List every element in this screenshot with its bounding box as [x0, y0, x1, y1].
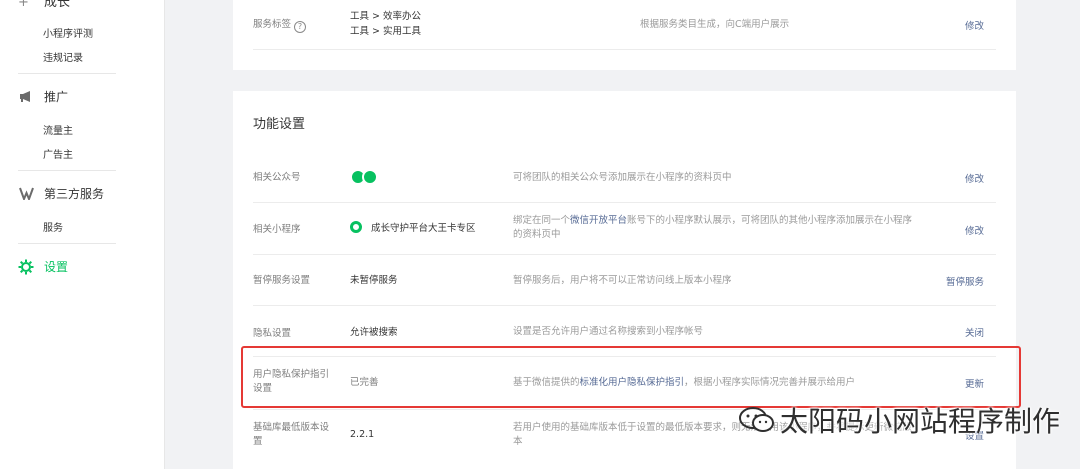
open-platform-link[interactable]: 微信开放平台: [570, 215, 627, 226]
highlight-box: [241, 346, 1021, 408]
sidebar-divider: [18, 243, 116, 244]
sidebar-divider: [18, 73, 116, 74]
gear-icon: [18, 259, 34, 275]
sidebar-item-settings[interactable]: 设置: [18, 258, 68, 275]
sidebar-group-growth[interactable]: + 成长: [18, 0, 70, 10]
plus-icon: +: [18, 0, 29, 10]
sidebar-item-advertiser[interactable]: 广告主: [43, 146, 73, 161]
sidebar-item-services[interactable]: 服务: [43, 219, 63, 234]
row-label: 相关小程序: [253, 224, 301, 235]
row-label: 服务标签: [253, 19, 292, 30]
row-related-official-accounts: 相关公众号 可将团队的相关公众号添加展示在小程序的资料页中 修改: [253, 151, 996, 203]
row-label: 相关公众号: [253, 172, 301, 183]
disable-search-link[interactable]: 关闭: [965, 325, 984, 339]
section-title: 功能设置: [253, 117, 306, 132]
edit-related-miniprograms-link[interactable]: 修改: [965, 223, 984, 237]
sidebar: + 成长 小程序评测 违规记录 推广 流量主 广告主 第三方服务 服务 设置: [0, 0, 165, 469]
edit-related-accounts-link[interactable]: 修改: [965, 171, 984, 185]
service-tag-card: 服务标签? 工具 > 效率办公 工具 > 实用工具 根据服务类目生成，向C端用户…: [233, 0, 1016, 70]
official-account-avatars: [350, 169, 382, 185]
row-desc: 设置是否允许用户通过名称搜索到小程序帐号: [513, 326, 704, 337]
third-party-icon: [18, 186, 34, 202]
watermark: 太阳码小网站程序制作: [738, 400, 1060, 440]
row-related-miniprograms: 相关小程序 成长守护平台大王卡专区 绑定在同一个微信开放平台账号下的小程序默认展…: [253, 203, 996, 255]
row-service-tag: 服务标签? 工具 > 效率办公 工具 > 实用工具 根据服务类目生成，向C端用户…: [253, 0, 996, 50]
sidebar-group-third-party[interactable]: 第三方服务: [18, 185, 104, 202]
row-desc: 暂停服务后，用户将不可以正常访问线上版本小程序: [513, 275, 732, 286]
sidebar-item-evaluation[interactable]: 小程序评测: [43, 25, 93, 40]
row-label: 隐私设置: [253, 328, 292, 339]
row-value: 未暂停服务: [350, 275, 398, 286]
row-value: 允许被搜索: [350, 327, 398, 338]
row-value: 2.2.1: [350, 429, 375, 440]
edit-service-tag-link[interactable]: 修改: [965, 18, 984, 32]
pause-service-link[interactable]: 暂停服务: [946, 274, 984, 288]
sidebar-item-violations[interactable]: 违规记录: [43, 49, 83, 64]
row-desc: 绑定在同一个微信开放平台账号下的小程序默认展示，可将团队的其他小程序添加展示在小…: [513, 215, 913, 240]
sidebar-item-traffic-owner[interactable]: 流量主: [43, 122, 73, 137]
wechat-icon: [739, 407, 774, 432]
sidebar-divider: [18, 170, 116, 171]
miniprogram-icon: [350, 221, 362, 233]
megaphone-icon: [18, 89, 34, 105]
miniprogram-name: 成长守护平台大王卡专区: [371, 223, 476, 234]
help-icon[interactable]: ?: [294, 21, 307, 33]
service-tag-value: 工具 > 实用工具: [350, 26, 421, 37]
row-label: 基础库最低版本设置: [253, 422, 330, 447]
row-pause-service: 暂停服务设置 未暂停服务 暂停服务后，用户将不可以正常访问线上版本小程序 暂停服…: [253, 255, 996, 306]
sidebar-group-promo[interactable]: 推广: [18, 88, 68, 105]
service-tag-value: 工具 > 效率办公: [350, 11, 421, 22]
official-account-icon: [362, 169, 378, 185]
row-desc: 可将团队的相关公众号添加展示在小程序的资料页中: [513, 172, 732, 183]
row-label: 暂停服务设置: [253, 275, 311, 286]
